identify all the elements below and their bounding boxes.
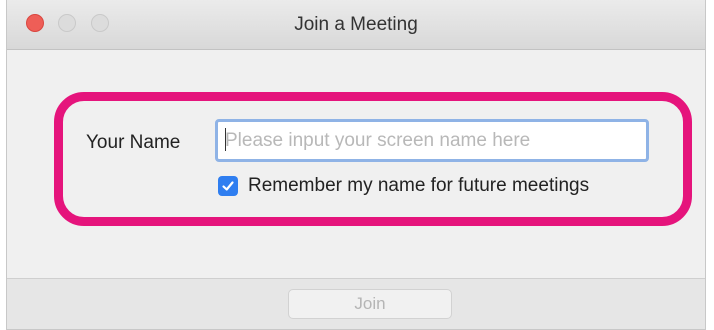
join-meeting-window: Join a Meeting Your Name Remember my nam… — [6, 0, 706, 330]
screen-name-input[interactable] — [215, 119, 649, 162]
remember-name-checkbox[interactable] — [218, 176, 238, 196]
checkmark-icon — [222, 181, 234, 191]
dialog-content: Your Name Remember my name for future me… — [7, 50, 705, 278]
window-title: Join a Meeting — [294, 14, 418, 35]
text-caret — [225, 128, 226, 151]
remember-name-label[interactable]: Remember my name for future meetings — [248, 175, 589, 197]
remember-name-option[interactable]: Remember my name for future meetings — [218, 175, 589, 197]
dialog-footer: Join — [7, 278, 705, 329]
your-name-label: Your Name — [86, 132, 181, 153]
title-bar[interactable]: Join a Meeting — [7, 0, 705, 50]
join-button[interactable]: Join — [288, 289, 452, 319]
